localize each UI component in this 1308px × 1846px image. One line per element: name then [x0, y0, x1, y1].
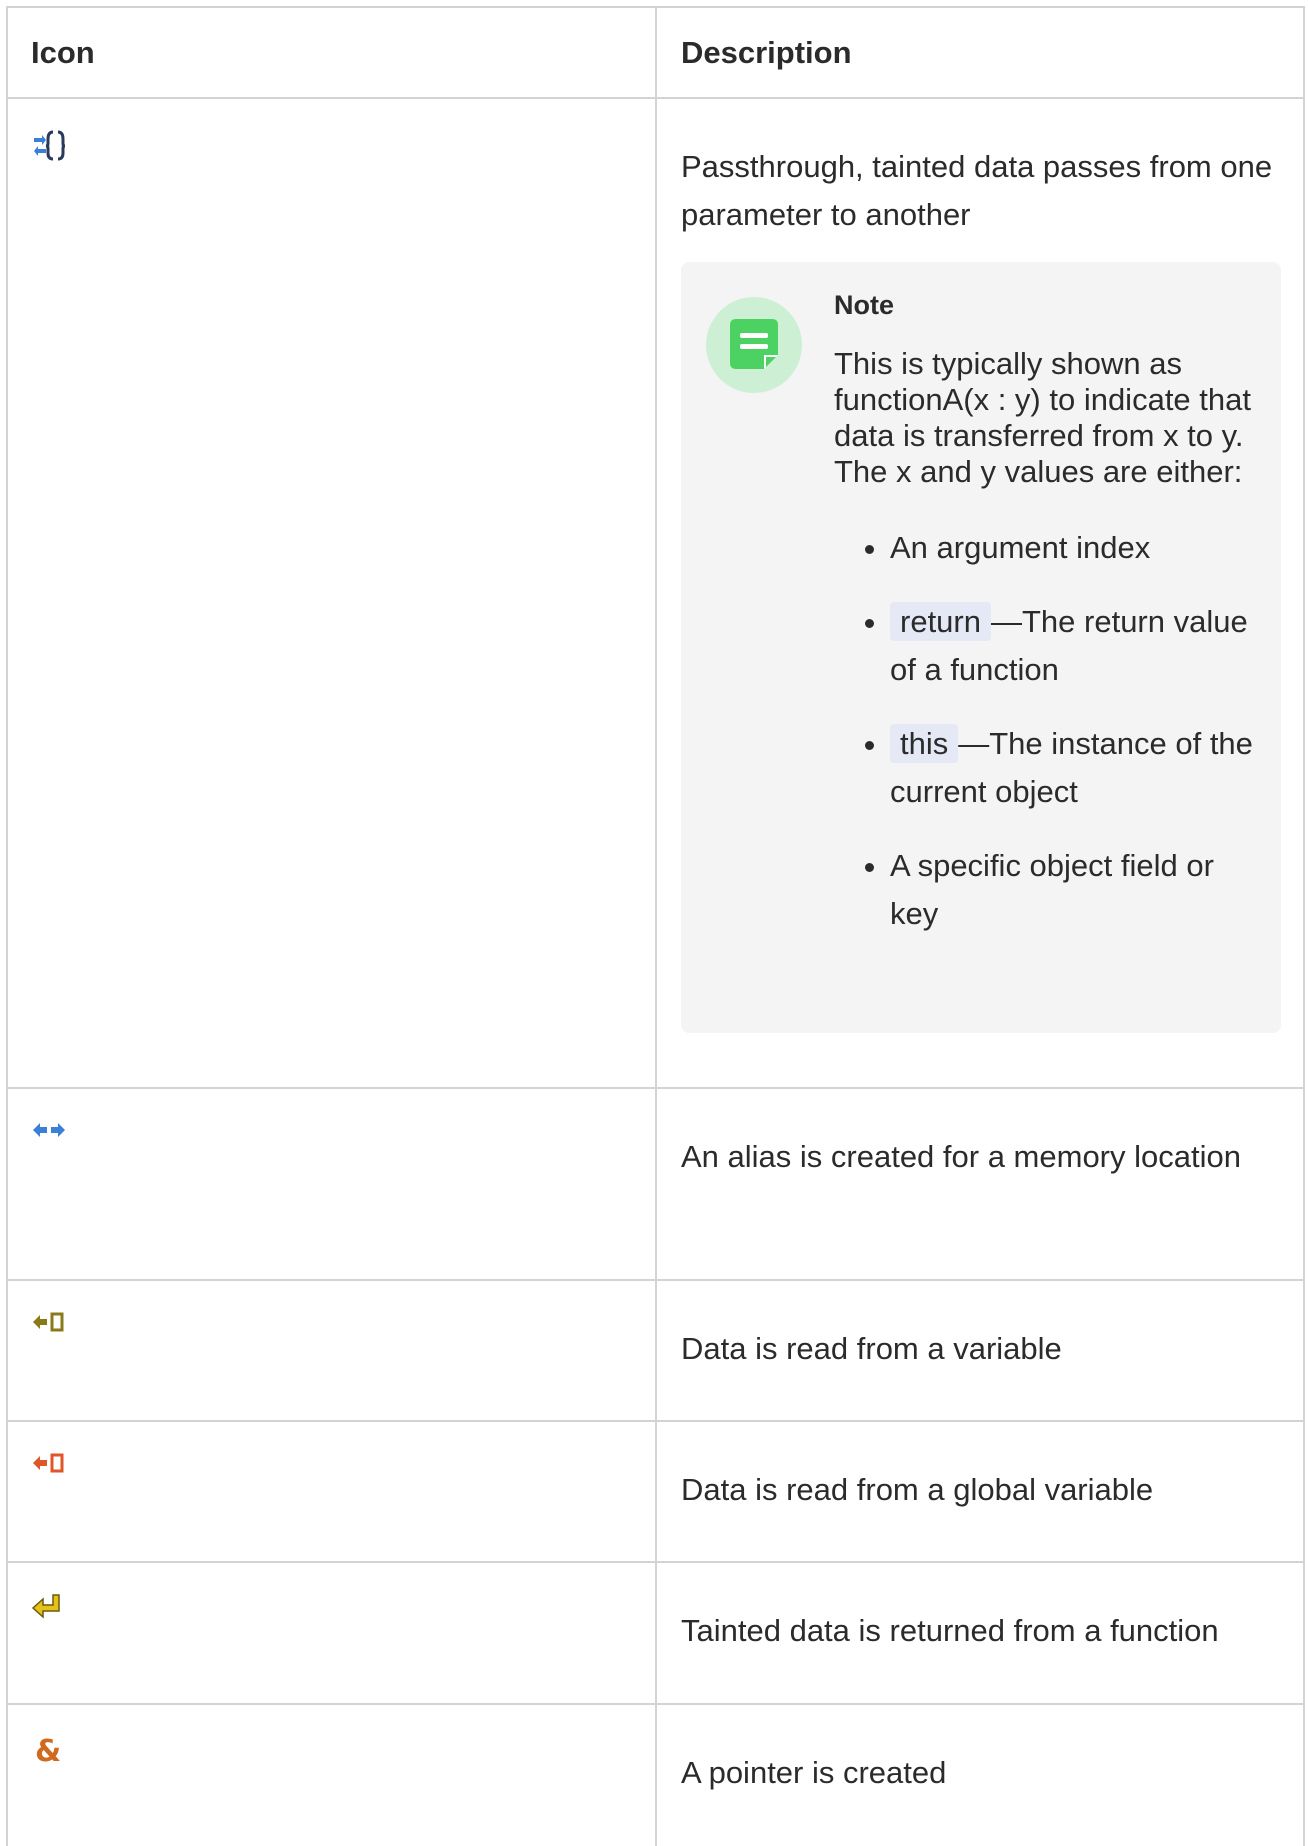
description-cell: Data is read from a global variable: [657, 1422, 1305, 1561]
row-description: Data is read from a variable: [681, 1331, 1062, 1366]
read-variable-icon: [33, 1312, 64, 1332]
description-cell: Tainted data is returned from a function: [657, 1563, 1305, 1703]
row-description: An alias is created for a memory locatio…: [681, 1139, 1241, 1174]
icon-cell: [8, 1281, 657, 1420]
icon-cell: [8, 1089, 657, 1279]
icon-cell: [8, 99, 657, 1087]
row-description: Data is read from a global variable: [681, 1472, 1154, 1507]
note-title: Note: [834, 290, 894, 320]
alias-icon: [33, 1123, 65, 1137]
description-cell: Passthrough, tainted data passes from on…: [657, 99, 1305, 1087]
note-icon-badge: [706, 297, 802, 393]
list-item: return—The return value of a function: [890, 598, 1254, 694]
table-row: Passthrough, tainted data passes from on…: [8, 99, 1305, 1089]
header-cell-description: Description: [657, 8, 1305, 97]
note-body: Note This is typically shown as function…: [834, 286, 1254, 964]
icon-cell: [8, 1422, 657, 1561]
pointer-icon: &: [35, 1734, 62, 1769]
table-row: & A pointer is created: [8, 1705, 1305, 1846]
list-item: An argument index: [890, 524, 1254, 572]
list-item-text: An argument index: [890, 530, 1151, 565]
description-cell: An alias is created for a memory locatio…: [657, 1089, 1305, 1279]
header-cell-icon: Icon: [8, 8, 657, 97]
table-row: Data is read from a global variable: [8, 1422, 1305, 1563]
row-description: Passthrough, tainted data passes from on…: [681, 149, 1273, 232]
table-row: An alias is created for a memory locatio…: [8, 1089, 1305, 1281]
row-description: A pointer is created: [681, 1755, 947, 1790]
inline-code-return: return: [890, 602, 991, 641]
header-description-label: Description: [681, 34, 852, 70]
return-icon: [31, 1594, 60, 1619]
list-item: A specific object field or key: [890, 842, 1254, 938]
table-row: Data is read from a variable: [8, 1281, 1305, 1422]
inline-code-this: this: [890, 724, 959, 763]
icon-cell: &: [8, 1705, 657, 1846]
table-row: Tainted data is returned from a function: [8, 1563, 1305, 1705]
description-cell: Data is read from a variable: [657, 1281, 1305, 1420]
taint-icon-table: Icon Description Passthrough, tainted da…: [6, 6, 1305, 1846]
note-icon: [730, 319, 778, 369]
list-item: this—The instance of the current object: [890, 720, 1254, 816]
read-global-variable-icon: [33, 1453, 64, 1473]
note-list: An argument index return—The return valu…: [834, 524, 1254, 938]
note-callout: Note This is typically shown as function…: [681, 262, 1281, 1033]
table-header-row: Icon Description: [8, 8, 1305, 99]
passthrough-icon: [34, 130, 66, 161]
note-text: This is typically shown as functionA(x :…: [834, 346, 1251, 489]
description-cell: A pointer is created: [657, 1705, 1305, 1846]
row-description: Tainted data is returned from a function: [681, 1613, 1219, 1648]
header-icon-label: Icon: [31, 34, 95, 70]
icon-cell: [8, 1563, 657, 1703]
list-item-text: A specific object field or key: [890, 848, 1214, 931]
